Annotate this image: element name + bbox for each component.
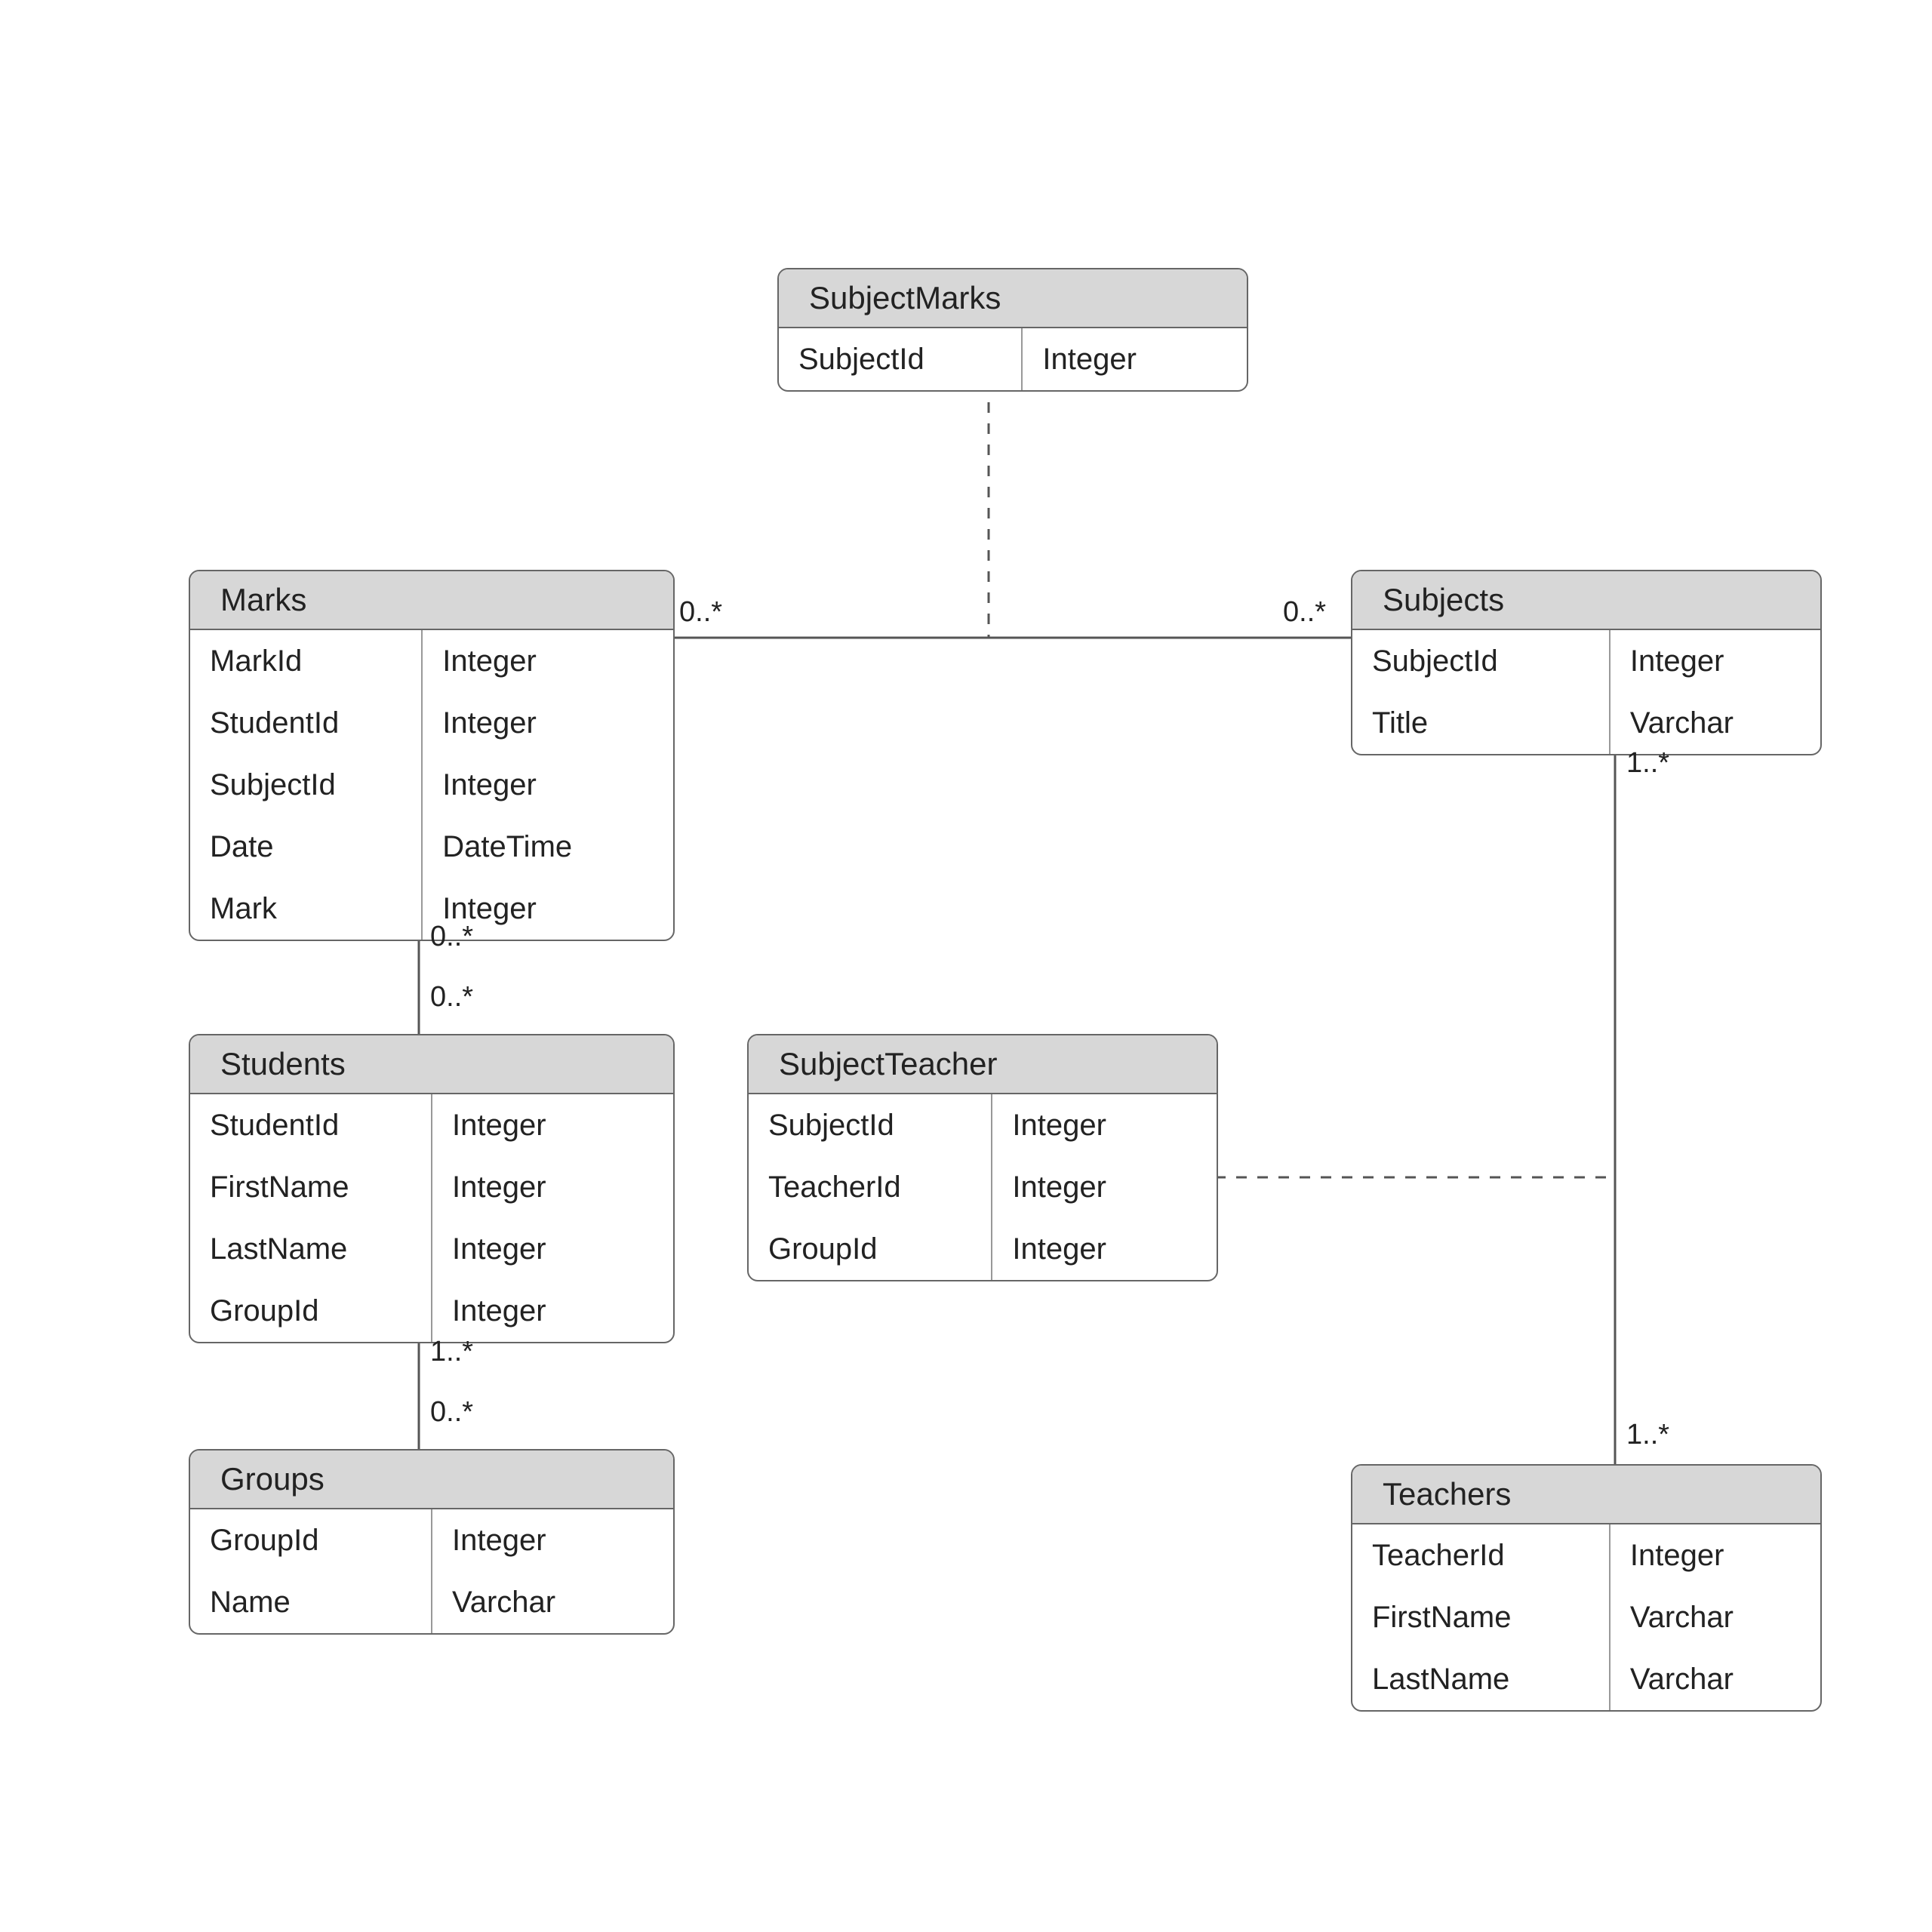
entity-marks: Marks MarkId StudentId SubjectId Date Ma… xyxy=(189,570,675,941)
field-type: Integer xyxy=(432,1156,673,1218)
field-name: StudentId xyxy=(190,692,421,754)
field-type: Varchar xyxy=(1611,692,1820,754)
field-name: MarkId xyxy=(190,630,421,692)
field-type: Integer xyxy=(432,1218,673,1280)
field-type: DateTime xyxy=(423,816,673,878)
field-type: Integer xyxy=(1611,630,1820,692)
field-name: Date xyxy=(190,816,421,878)
field-name: GroupId xyxy=(190,1509,431,1571)
multiplicity-label: 1..* xyxy=(430,1336,473,1368)
entity-teachers: Teachers TeacherId FirstName LastName In… xyxy=(1351,1464,1822,1712)
field-name: TeacherId xyxy=(1352,1524,1609,1586)
field-type: Integer xyxy=(1023,328,1247,390)
entity-title: Teachers xyxy=(1352,1466,1820,1524)
field-name: FirstName xyxy=(1352,1586,1609,1648)
field-name: SubjectId xyxy=(190,754,421,816)
field-type: Integer xyxy=(992,1218,1217,1280)
field-type: Integer xyxy=(1611,1524,1820,1586)
entity-title: Students xyxy=(190,1035,673,1094)
field-type: Integer xyxy=(423,630,673,692)
field-name: GroupId xyxy=(749,1218,991,1280)
field-name: LastName xyxy=(190,1218,431,1280)
entity-groups: Groups GroupId Name Integer Varchar xyxy=(189,1449,675,1635)
entity-title: Marks xyxy=(190,571,673,630)
field-name: Mark xyxy=(190,878,421,940)
field-name: Title xyxy=(1352,692,1609,754)
field-name: SubjectId xyxy=(1352,630,1609,692)
field-type: Varchar xyxy=(1611,1648,1820,1710)
multiplicity-label: 0..* xyxy=(430,981,473,1014)
er-diagram-canvas: SubjectMarks SubjectId Integer Marks Mar… xyxy=(0,0,1932,1932)
entity-title: Subjects xyxy=(1352,571,1820,630)
entity-title: Groups xyxy=(190,1451,673,1509)
field-name: SubjectId xyxy=(749,1094,991,1156)
entity-subjects: Subjects SubjectId Title Integer Varchar xyxy=(1351,570,1822,755)
field-type: Integer xyxy=(432,1280,673,1342)
entity-students: Students StudentId FirstName LastName Gr… xyxy=(189,1034,675,1343)
field-type: Integer xyxy=(992,1156,1217,1218)
field-name: GroupId xyxy=(190,1280,431,1342)
field-name: StudentId xyxy=(190,1094,431,1156)
field-name: LastName xyxy=(1352,1648,1609,1710)
multiplicity-label: 0..* xyxy=(430,1396,473,1429)
field-type: Varchar xyxy=(1611,1586,1820,1648)
field-type: Integer xyxy=(432,1094,673,1156)
field-type: Integer xyxy=(423,692,673,754)
entity-subjectteacher: SubjectTeacher SubjectId TeacherId Group… xyxy=(747,1034,1218,1281)
multiplicity-label: 0..* xyxy=(430,921,473,953)
field-name: TeacherId xyxy=(749,1156,991,1218)
multiplicity-label: 0..* xyxy=(679,596,722,629)
entity-subjectmarks: SubjectMarks SubjectId Integer xyxy=(777,268,1248,392)
field-name: FirstName xyxy=(190,1156,431,1218)
field-type: Integer xyxy=(423,754,673,816)
entity-title: SubjectMarks xyxy=(779,269,1247,328)
field-name: SubjectId xyxy=(779,328,1021,390)
field-type: Varchar xyxy=(432,1571,673,1633)
field-type: Integer xyxy=(992,1094,1217,1156)
multiplicity-label: 1..* xyxy=(1626,1419,1669,1451)
field-name: Name xyxy=(190,1571,431,1633)
multiplicity-label: 1..* xyxy=(1626,747,1669,780)
field-type: Integer xyxy=(432,1509,673,1571)
entity-title: SubjectTeacher xyxy=(749,1035,1217,1094)
multiplicity-label: 0..* xyxy=(1283,596,1326,629)
